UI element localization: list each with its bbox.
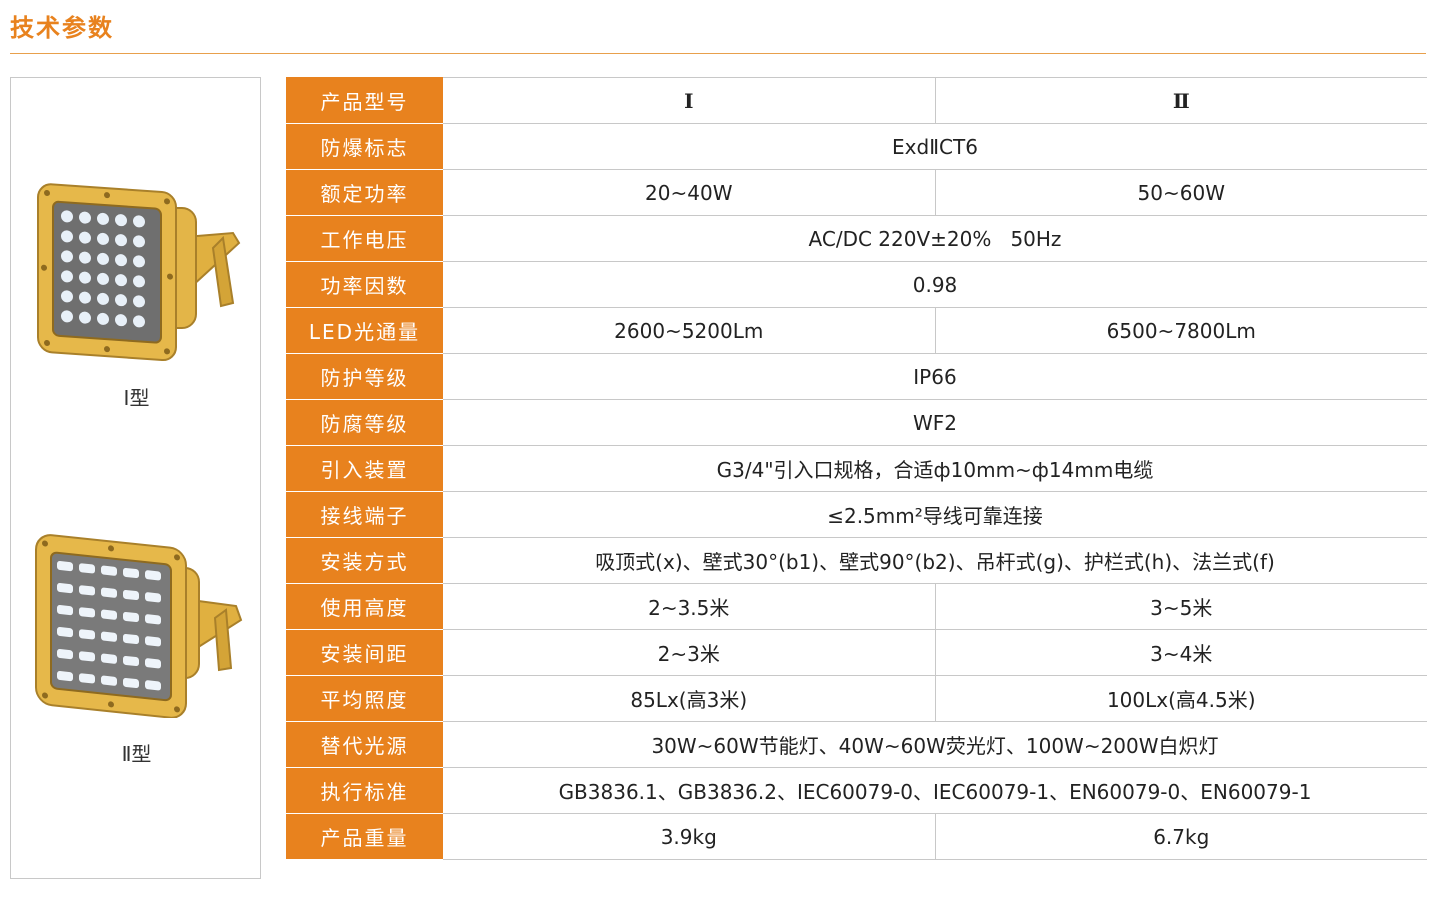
table-row: 功率因数 0.98 [286,261,1427,308]
cell-shared: AC/DC 220V±20% 50Hz [443,215,1427,262]
cell-type-2: 6.7kg [935,813,1427,860]
row-label: 接线端子 [286,491,443,538]
row-label: LED光通量 [286,307,443,354]
table-row: 引入装置 G3/4"引入口规格，合适ф10mm~ф14mm电缆 [286,445,1427,492]
row-label: 替代光源 [286,721,443,768]
row-label: 额定功率 [286,169,443,216]
row-label: 产品重量 [286,813,443,860]
table-row: 平均照度 85Lx(高3米) 100Lx(高4.5米) [286,675,1427,722]
table-row: 接线端子 ≤2.5mm²导线可靠连接 [286,491,1427,538]
table-row: 安装间距 2~3米 3~4米 [286,629,1427,676]
lamp-type-1-image [37,183,241,362]
cell-type-2: 6500~7800Lm [935,307,1427,354]
row-label: 防腐等级 [286,399,443,446]
table-row: 产品型号 Ⅰ Ⅱ [286,77,1427,124]
cell-type-2: 3~5米 [935,583,1427,630]
lamp-type-2-caption: Ⅱ型 [121,742,152,766]
row-label: 引入装置 [286,445,443,492]
cell-type-1: 20~40W [443,169,936,216]
row-label: 使用高度 [286,583,443,630]
cell-shared: 吸顶式(x)、壁式30°(b1)、壁式90°(b2)、吊杆式(g)、护栏式(h)… [443,537,1427,584]
title-divider [10,53,1426,54]
table-row: 使用高度 2~3.5米 3~5米 [286,583,1427,630]
lamp-type-1-caption: Ⅰ型 [123,386,150,410]
lamp-type-2-image [35,534,243,718]
row-label: 工作电压 [286,215,443,262]
table-row: 防爆标志 ExdⅡCT6 [286,123,1427,170]
row-label: 防护等级 [286,353,443,400]
row-label: 产品型号 [286,77,443,124]
table-row: 替代光源 30W~60W节能灯、40W~60W荧光灯、100W~200W白炽灯 [286,721,1427,768]
cell-type-2: 100Lx(高4.5米) [935,675,1427,722]
table-row: 额定功率 20~40W 50~60W [286,169,1427,216]
table-row: 安装方式 吸顶式(x)、壁式30°(b1)、壁式90°(b2)、吊杆式(g)、护… [286,537,1427,584]
cell-shared: WF2 [443,399,1427,446]
cell-shared: GB3836.1、GB3836.2、IEC60079-0、IEC60079-1、… [443,767,1427,814]
cell-type-1: 2~3.5米 [443,583,936,630]
spec-table: 产品型号 Ⅰ Ⅱ 防爆标志 ExdⅡCT6 额定功率 20~40W 50~60W… [286,77,1427,860]
row-label: 防爆标志 [286,123,443,170]
page-title: 技术参数 [10,14,114,42]
cell-type-2: 3~4米 [935,629,1427,676]
row-label: 平均照度 [286,675,443,722]
table-row: 防护等级 IP66 [286,353,1427,400]
cell-shared: G3/4"引入口规格，合适ф10mm~ф14mm电缆 [443,445,1427,492]
table-row: 执行标准 GB3836.1、GB3836.2、IEC60079-0、IEC600… [286,767,1427,814]
cell-shared: ≤2.5mm²导线可靠连接 [443,491,1427,538]
cell-type-1: 3.9kg [443,813,936,860]
cell-shared: 0.98 [443,261,1427,308]
table-row: LED光通量 2600~5200Lm 6500~7800Lm [286,307,1427,354]
row-label: 安装方式 [286,537,443,584]
table-row: 防腐等级 WF2 [286,399,1427,446]
cell-type-2: 50~60W [935,169,1427,216]
row-label: 安装间距 [286,629,443,676]
cell-shared: IP66 [443,353,1427,400]
cell-type-1: Ⅰ [443,77,936,124]
product-image-panel: Ⅰ型 Ⅱ型 [10,77,261,879]
row-label: 功率因数 [286,261,443,308]
table-row: 产品重量 3.9kg 6.7kg [286,813,1427,860]
cell-shared: ExdⅡCT6 [443,123,1427,170]
cell-type-2: Ⅱ [935,77,1427,124]
cell-shared: 30W~60W节能灯、40W~60W荧光灯、100W~200W白炽灯 [443,721,1427,768]
cell-type-1: 85Lx(高3米) [443,675,936,722]
row-label: 执行标准 [286,767,443,814]
table-row: 工作电压 AC/DC 220V±20% 50Hz [286,215,1427,262]
cell-type-1: 2~3米 [443,629,936,676]
cell-type-1: 2600~5200Lm [443,307,936,354]
